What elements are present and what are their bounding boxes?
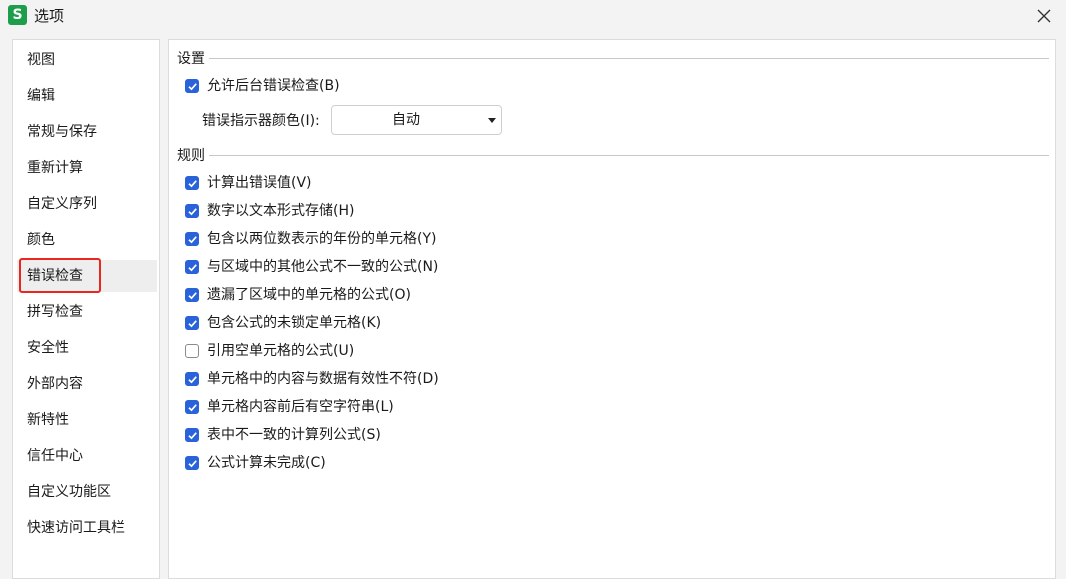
- checkbox-checked[interactable]: [185, 79, 199, 93]
- rule-label: 包含以两位数表示的年份的单元格(Y): [207, 231, 437, 247]
- sidebar-item-external-content[interactable]: 外部内容: [17, 368, 157, 400]
- options-panel: 设置 允许后台错误检查(B) 错误指示器颜色(I): 自动 规则 计算出错误值(…: [168, 39, 1056, 579]
- category-sidebar: 视图 编辑 常规与保存 重新计算 自定义序列 颜色 错误检查 拼写检查 安全性 …: [12, 39, 160, 579]
- checkbox-checked[interactable]: [185, 232, 199, 246]
- close-icon: [1037, 9, 1051, 23]
- sidebar-item-spelling[interactable]: 拼写检查: [17, 296, 157, 328]
- rule-label: 公式计算未完成(C): [207, 455, 326, 471]
- checkmark-icon: [188, 83, 197, 91]
- rule-label: 与区域中的其他公式不一致的公式(N): [207, 259, 439, 275]
- checkmark-icon: [188, 180, 197, 188]
- sidebar-item-edit[interactable]: 编辑: [17, 80, 157, 112]
- sidebar-item-view[interactable]: 视图: [17, 44, 157, 76]
- checkmark-icon: [188, 264, 197, 272]
- checkbox-unchecked[interactable]: [185, 344, 199, 358]
- checkmark-icon: [188, 432, 197, 440]
- sidebar-item-customize-ribbon[interactable]: 自定义功能区: [17, 476, 157, 508]
- checkmark-icon: [188, 208, 197, 216]
- rule-label: 计算出错误值(V): [207, 175, 312, 191]
- checkmark-icon: [188, 236, 197, 244]
- checkmark-icon: [188, 376, 197, 384]
- checkbox-checked[interactable]: [185, 316, 199, 330]
- rules-group-divider: [209, 155, 1049, 156]
- checkbox-checked[interactable]: [185, 288, 199, 302]
- settings-group-divider: [209, 58, 1049, 59]
- checkmark-icon: [188, 460, 197, 468]
- checkmark-icon: [188, 320, 197, 328]
- dialog-title: 选项: [34, 7, 65, 25]
- sidebar-item-error-checking[interactable]: 错误检查: [17, 260, 157, 292]
- sidebar-item-security[interactable]: 安全性: [17, 332, 157, 364]
- checkbox-checked[interactable]: [185, 260, 199, 274]
- checkbox-checked[interactable]: [185, 204, 199, 218]
- sidebar-item-quick-access-toolbar[interactable]: 快速访问工具栏: [17, 512, 157, 544]
- checkbox-checked[interactable]: [185, 372, 199, 386]
- sidebar-item-trust-center[interactable]: 信任中心: [17, 440, 157, 472]
- checkbox-checked[interactable]: [185, 428, 199, 442]
- dropdown-arrow-icon: [488, 118, 496, 123]
- settings-group-title: 设置: [177, 51, 205, 67]
- rule-label: 表中不一致的计算列公式(S): [207, 427, 381, 443]
- sidebar-item-color[interactable]: 颜色: [17, 224, 157, 256]
- checkbox-checked[interactable]: [185, 400, 199, 414]
- sidebar-item-custom-lists[interactable]: 自定义序列: [17, 188, 157, 220]
- background-error-check-label: 允许后台错误检查(B): [207, 78, 340, 94]
- close-button[interactable]: [1026, 2, 1062, 30]
- indicator-color-dropdown[interactable]: 自动: [331, 105, 502, 135]
- rule-label: 包含公式的未锁定单元格(K): [207, 315, 382, 331]
- title-bar: S 选项: [0, 0, 1066, 34]
- checkmark-icon: [188, 292, 197, 300]
- rule-label: 遗漏了区域中的单元格的公式(O): [207, 287, 411, 303]
- wps-spreadsheet-app-icon: S: [8, 5, 27, 25]
- rule-label: 引用空单元格的公式(U): [207, 343, 355, 359]
- sidebar-item-general-save[interactable]: 常规与保存: [17, 116, 157, 148]
- rule-label: 数字以文本形式存储(H): [207, 203, 355, 219]
- sidebar-item-new-features[interactable]: 新特性: [17, 404, 157, 436]
- checkbox-checked[interactable]: [185, 176, 199, 190]
- rule-label: 单元格中的内容与数据有效性不符(D): [207, 371, 439, 387]
- rule-label: 单元格内容前后有空字符串(L): [207, 399, 394, 415]
- checkmark-icon: [188, 404, 197, 412]
- indicator-color-value: 自动: [392, 112, 420, 128]
- checkbox-checked[interactable]: [185, 456, 199, 470]
- rules-group-title: 规则: [177, 148, 205, 164]
- sidebar-item-recalculation[interactable]: 重新计算: [17, 152, 157, 184]
- indicator-color-label: 错误指示器颜色(I):: [202, 113, 320, 129]
